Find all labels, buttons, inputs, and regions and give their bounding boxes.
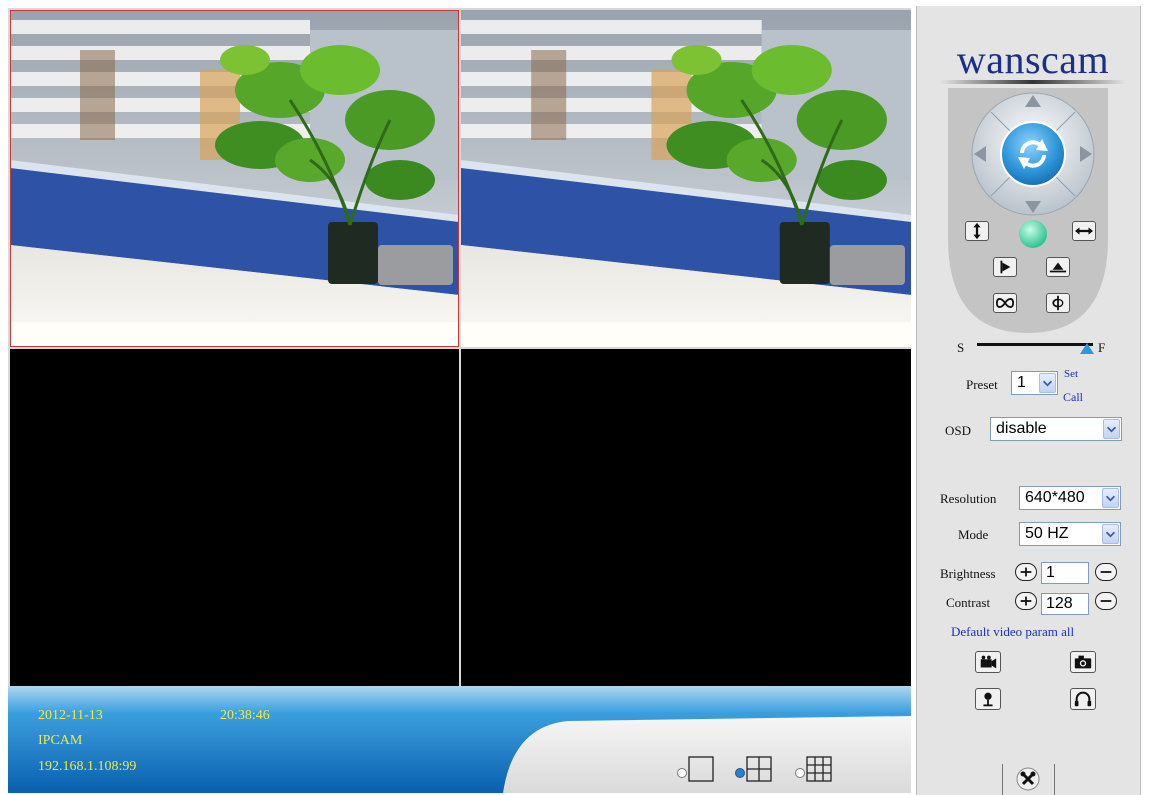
layout-9-icon[interactable] [806, 756, 832, 782]
date-text: 2012-11-13 [38, 708, 103, 723]
record-icon[interactable] [975, 651, 1001, 673]
contrast-decrease-button[interactable] [1095, 592, 1117, 610]
resolution-label: Resolution [940, 491, 997, 506]
ptz-direction-pad [971, 92, 1095, 216]
infinite-patrol-icon[interactable] [993, 293, 1017, 313]
time-text: 20:38:46 [220, 708, 270, 723]
brightness-input[interactable]: 1 [1041, 562, 1089, 584]
preset-select[interactable]: 1 [1011, 371, 1058, 395]
preset-call-link[interactable]: Call [1063, 390, 1083, 405]
osd-select[interactable]: disable [990, 417, 1122, 441]
video-channel-2[interactable] [461, 10, 911, 347]
stop-patrol-icon[interactable] [1046, 293, 1070, 313]
layout-4-icon[interactable] [746, 756, 772, 782]
horizontal-flip-icon[interactable] [1072, 221, 1096, 241]
speed-slow-label: S [957, 340, 965, 355]
center-icon[interactable] [1018, 219, 1048, 249]
speed-slider-handle[interactable] [1080, 343, 1095, 355]
contrast-label: Contrast [946, 595, 991, 610]
resolution-value: 640*480 [1025, 489, 1085, 506]
chevron-down-icon [1102, 524, 1119, 544]
mode-select[interactable]: 50 HZ [1019, 522, 1121, 546]
mode-label: Mode [958, 527, 989, 542]
default-video-params-link[interactable]: Default video param all [951, 624, 1074, 640]
contrast-input[interactable]: 128 [1041, 593, 1089, 615]
logo-underline [940, 80, 1126, 84]
device-name-text: IPCAM [38, 733, 83, 748]
address-text: 192.168.1.108:99 [38, 759, 137, 774]
preset-label: Preset [966, 377, 998, 392]
ptz-up-arrow-icon[interactable] [1025, 95, 1041, 107]
chevron-down-icon [1102, 488, 1119, 508]
talk-icon[interactable] [975, 688, 1001, 710]
layout-1-icon[interactable] [688, 756, 714, 782]
listen-icon[interactable] [1070, 688, 1096, 710]
video-grid [8, 8, 911, 686]
video-channel-4[interactable] [461, 349, 911, 686]
layout-1-radio[interactable] [676, 767, 688, 779]
resolution-select[interactable]: 640*480 [1019, 486, 1121, 510]
patrol-icon[interactable] [993, 257, 1017, 277]
camera-feed-image [461, 10, 911, 347]
video-channel-1[interactable] [10, 10, 459, 347]
layout-4-radio[interactable] [734, 767, 746, 779]
snapshot-icon[interactable] [1070, 651, 1096, 673]
ptz-left-arrow-icon[interactable] [974, 146, 986, 162]
layout-switcher [676, 756, 856, 786]
vertical-flip-icon[interactable] [965, 221, 989, 241]
contrast-increase-button[interactable] [1015, 592, 1037, 610]
chevron-down-icon [1103, 419, 1120, 439]
speed-slider[interactable] [977, 343, 1093, 346]
osd-value: disable [996, 420, 1047, 437]
brightness-increase-button[interactable] [1015, 563, 1037, 581]
brightness-label: Brightness [940, 566, 996, 581]
brightness-decrease-button[interactable] [1095, 563, 1117, 581]
layout-9-radio[interactable] [794, 767, 806, 779]
video-channel-3[interactable] [10, 349, 459, 686]
osd-label: OSD [945, 423, 972, 438]
preset-value: 1 [1017, 374, 1026, 391]
ptz-right-arrow-icon[interactable] [1080, 146, 1092, 162]
status-bar: 2012-11-13 20:38:46 IPCAM 192.168.1.108:… [8, 686, 911, 793]
refresh-icon[interactable] [998, 119, 1068, 189]
camera-feed-image [10, 10, 459, 347]
mirror-icon[interactable] [1046, 257, 1070, 277]
speed-fast-label: F [1098, 340, 1106, 355]
settings-icon[interactable] [1015, 767, 1041, 791]
preset-set-link[interactable]: Set [1064, 368, 1078, 380]
brand-logo: wanscam [956, 37, 1110, 82]
ptz-down-arrow-icon[interactable] [1025, 201, 1041, 213]
mode-value: 50 HZ [1025, 525, 1069, 542]
chevron-down-icon [1039, 373, 1056, 393]
